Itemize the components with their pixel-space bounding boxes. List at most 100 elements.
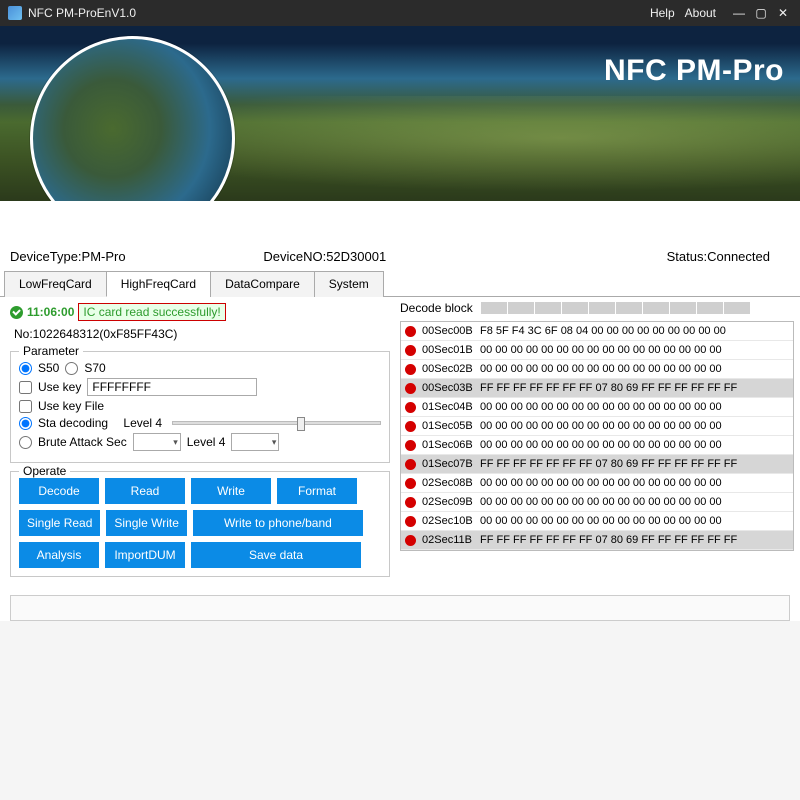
sector-id: 01Sec07B [422, 458, 480, 470]
tab-system[interactable]: System [314, 271, 384, 297]
hex-bytes: 00 00 00 00 00 00 00 00 00 00 00 00 00 0… [480, 420, 722, 432]
decode-block-indicator [481, 302, 750, 314]
status-dot-icon [405, 383, 416, 394]
sector-row[interactable]: 02Sec09B00 00 00 00 00 00 00 00 00 00 00… [401, 493, 793, 512]
sector-row[interactable]: 01Sec07BFF FF FF FF FF FF FF 07 80 69 FF… [401, 455, 793, 474]
block-cell [616, 302, 642, 314]
slider-thumb[interactable] [297, 417, 305, 431]
save-data-button[interactable]: Save data [191, 542, 361, 568]
write-button[interactable]: Write [191, 478, 271, 504]
tab-bar: LowFreqCard HighFreqCard DataCompare Sys… [0, 270, 800, 297]
maximize-button[interactable]: ▢ [752, 4, 770, 22]
block-cell [589, 302, 615, 314]
hex-bytes: 00 00 00 00 00 00 00 00 00 00 00 00 00 0… [480, 496, 722, 508]
hex-bytes: 00 00 00 00 00 00 00 00 00 00 00 00 00 0… [480, 439, 722, 451]
success-icon [10, 306, 23, 319]
sector-row[interactable]: 00Sec01B00 00 00 00 00 00 00 00 00 00 00… [401, 341, 793, 360]
block-cell [535, 302, 561, 314]
status-label: Status: [667, 249, 707, 264]
close-button[interactable]: ✕ [774, 4, 792, 22]
format-button[interactable]: Format [277, 478, 357, 504]
status-dot-icon [405, 345, 416, 356]
status-dot-icon [405, 402, 416, 413]
deviceno-value: 52D30001 [326, 249, 386, 264]
sector-id: 00Sec03B [422, 382, 480, 394]
device-status-bar: DeviceType:PM-Pro DeviceNO:52D30001 Stat… [0, 201, 800, 270]
status-dot-icon [405, 478, 416, 489]
read-status-line: 11:06:00 IC card read successfully! [10, 301, 390, 323]
sector-id: 00Sec00B [422, 325, 480, 337]
key-input[interactable] [87, 378, 257, 396]
tab-highfreqcard[interactable]: HighFreqCard [106, 271, 211, 297]
app-window: NFC PM-ProEnV1.0 Help About — ▢ ✕ NFC PM… [0, 0, 800, 621]
sector-row[interactable]: 01Sec05B00 00 00 00 00 00 00 00 00 00 00… [401, 417, 793, 436]
parameter-group: Parameter S50 S70 Use key Use key File [10, 351, 390, 463]
deviceno-label: DeviceNO: [263, 249, 326, 264]
decode-block-header: Decode block [400, 301, 794, 315]
status-dot-icon [405, 497, 416, 508]
block-cell [670, 302, 696, 314]
menu-about[interactable]: About [685, 6, 716, 20]
sector-row[interactable]: 01Sec04B00 00 00 00 00 00 00 00 00 00 00… [401, 398, 793, 417]
status-footer [10, 595, 790, 621]
radio-brute-attack[interactable] [19, 436, 32, 449]
sector-id: 00Sec01B [422, 344, 480, 356]
brute-level-select[interactable]: ▾ [231, 433, 279, 451]
tab-lowfreqcard[interactable]: LowFreqCard [4, 271, 107, 297]
single-write-button[interactable]: Single Write [106, 510, 186, 536]
sector-row[interactable]: 00Sec02B00 00 00 00 00 00 00 00 00 00 00… [401, 360, 793, 379]
operate-legend: Operate [19, 464, 70, 478]
sector-data-grid[interactable]: 00Sec00BF8 5F F4 3C 6F 08 04 00 00 00 00… [400, 321, 794, 551]
radio-s70[interactable] [65, 362, 78, 375]
sector-row[interactable]: 00Sec03BFF FF FF FF FF FF FF 07 80 69 FF… [401, 379, 793, 398]
block-cell [508, 302, 534, 314]
avatar-image [30, 36, 235, 201]
sector-row[interactable]: 01Sec06B00 00 00 00 00 00 00 00 00 00 00… [401, 436, 793, 455]
app-title: NFC PM-ProEnV1.0 [28, 6, 136, 20]
hex-bytes: 00 00 00 00 00 00 00 00 00 00 00 00 00 0… [480, 363, 722, 375]
sector-row[interactable]: 02Sec08B00 00 00 00 00 00 00 00 00 00 00… [401, 474, 793, 493]
status-dot-icon [405, 326, 416, 337]
log-message: IC card read successfully! [78, 303, 225, 321]
devicetype-label: DeviceType: [10, 249, 82, 264]
label-s50: S50 [38, 361, 59, 375]
decode-block-label: Decode block [400, 301, 473, 315]
status-dot-icon [405, 421, 416, 432]
checkbox-use-key-file[interactable] [19, 400, 32, 413]
label-s70: S70 [84, 361, 105, 375]
sector-row[interactable]: 02Sec10B00 00 00 00 00 00 00 00 00 00 00… [401, 512, 793, 531]
block-cell [481, 302, 507, 314]
status-dot-icon [405, 459, 416, 470]
single-read-button[interactable]: Single Read [19, 510, 100, 536]
minimize-button[interactable]: — [730, 4, 748, 22]
label-brute-attack: Brute Attack Sec [38, 435, 127, 449]
menu-help[interactable]: Help [650, 6, 675, 20]
hex-bytes: 00 00 00 00 00 00 00 00 00 00 00 00 00 0… [480, 401, 722, 413]
decode-button[interactable]: Decode [19, 478, 99, 504]
label-level4-b: Level 4 [187, 435, 226, 449]
analysis-button[interactable]: Analysis [19, 542, 99, 568]
block-cell [697, 302, 723, 314]
write-phone-button[interactable]: Write to phone/band [193, 510, 363, 536]
level-slider[interactable] [172, 421, 381, 425]
hex-bytes: 00 00 00 00 00 00 00 00 00 00 00 00 00 0… [480, 515, 722, 527]
tab-datacompare[interactable]: DataCompare [210, 271, 315, 297]
status-value: Connected [707, 249, 770, 264]
title-bar: NFC PM-ProEnV1.0 Help About — ▢ ✕ [0, 0, 800, 26]
app-icon [8, 6, 22, 20]
read-button[interactable]: Read [105, 478, 185, 504]
import-dump-button[interactable]: ImportDUM [105, 542, 185, 568]
label-level4-a: Level 4 [123, 416, 162, 430]
sector-row[interactable]: 02Sec11BFF FF FF FF FF FF FF 07 80 69 FF… [401, 531, 793, 550]
brute-sec-select[interactable]: ▾ [133, 433, 181, 451]
block-cell [724, 302, 750, 314]
hex-bytes: FF FF FF FF FF FF FF 07 80 69 FF FF FF F… [480, 382, 737, 394]
label-sta-decoding: Sta decoding [38, 416, 108, 430]
checkbox-use-key[interactable] [19, 381, 32, 394]
radio-s50[interactable] [19, 362, 32, 375]
hex-bytes: F8 5F F4 3C 6F 08 04 00 00 00 00 00 00 0… [480, 325, 726, 337]
devicetype-value: PM-Pro [82, 249, 126, 264]
hex-bytes: FF FF FF FF FF FF FF 07 80 69 FF FF FF F… [480, 458, 737, 470]
sector-row[interactable]: 00Sec00BF8 5F F4 3C 6F 08 04 00 00 00 00… [401, 322, 793, 341]
radio-sta-decoding[interactable] [19, 417, 32, 430]
